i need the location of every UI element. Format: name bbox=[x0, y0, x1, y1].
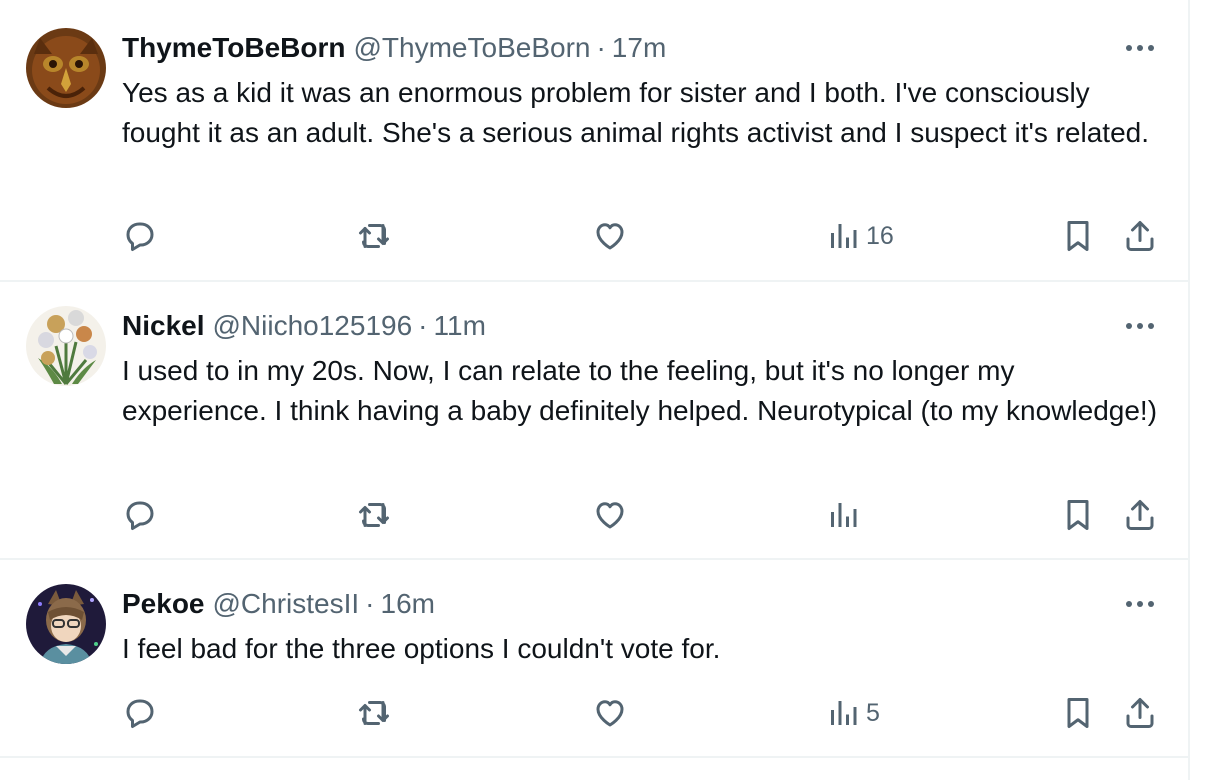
retweet-button[interactable] bbox=[356, 216, 392, 256]
tweet-text: Yes as a kid it was an enormous problem … bbox=[122, 77, 1150, 148]
views-icon bbox=[831, 503, 857, 527]
views-count: 5 bbox=[866, 698, 880, 727]
tweet-header: ThymeToBeBorn @ThymeToBeBorn · 17m bbox=[122, 30, 666, 66]
share-icon bbox=[1126, 500, 1154, 530]
avatar[interactable] bbox=[26, 306, 106, 386]
more-options-button[interactable] bbox=[1122, 30, 1158, 66]
timestamp[interactable]: 16m bbox=[381, 586, 435, 622]
tweet-item[interactable]: ThymeToBeBorn @ThymeToBeBorn · 17m Yes a… bbox=[0, 0, 1190, 282]
timestamp[interactable]: 11m bbox=[434, 308, 486, 344]
bookmark-button[interactable] bbox=[1060, 693, 1096, 733]
user-handle[interactable]: @Niicho125196 bbox=[213, 308, 413, 344]
more-icon bbox=[1126, 45, 1154, 51]
bookmark-button[interactable] bbox=[1060, 216, 1096, 256]
bookmark-icon bbox=[1067, 500, 1089, 530]
tweet-text: I used to in my 20s. Now, I can relate t… bbox=[122, 355, 1158, 426]
more-options-button[interactable] bbox=[1122, 586, 1158, 622]
user-handle[interactable]: @ThymeToBeBorn bbox=[354, 30, 591, 66]
display-name[interactable]: ThymeToBeBorn bbox=[122, 30, 346, 66]
anime-avatar-image bbox=[26, 584, 106, 664]
views-button[interactable] bbox=[828, 495, 866, 535]
views-icon bbox=[831, 701, 857, 725]
like-button[interactable] bbox=[592, 693, 628, 733]
retweet-icon bbox=[359, 701, 389, 725]
share-button[interactable] bbox=[1122, 693, 1158, 733]
more-icon bbox=[1126, 323, 1154, 329]
bookmark-icon bbox=[1067, 698, 1089, 728]
share-button[interactable] bbox=[1122, 216, 1158, 256]
reply-button[interactable] bbox=[122, 495, 158, 535]
more-options-button[interactable] bbox=[1122, 308, 1158, 344]
display-name[interactable]: Pekoe bbox=[122, 586, 205, 622]
like-button[interactable] bbox=[592, 216, 628, 256]
views-button[interactable]: 16 bbox=[828, 216, 894, 256]
bookmark-icon bbox=[1067, 221, 1089, 251]
tweet-header: Nickel @Niicho125196 · 11m bbox=[122, 308, 486, 344]
display-name[interactable]: Nickel bbox=[122, 308, 205, 344]
tweet-item[interactable]: Nickel @Niicho125196 · 11m I used to in … bbox=[0, 282, 1190, 560]
retweet-icon bbox=[359, 224, 389, 248]
separator-dot: · bbox=[596, 32, 606, 63]
views-icon bbox=[831, 224, 857, 248]
more-icon bbox=[1126, 601, 1154, 607]
share-button[interactable] bbox=[1122, 495, 1158, 535]
user-handle[interactable]: @ChristesII bbox=[213, 586, 360, 622]
retweet-button[interactable] bbox=[356, 693, 392, 733]
views-button[interactable]: 5 bbox=[828, 693, 880, 733]
like-icon bbox=[596, 700, 624, 727]
retweet-button[interactable] bbox=[356, 495, 392, 535]
owl-avatar-image bbox=[26, 28, 106, 108]
reply-button[interactable] bbox=[122, 216, 158, 256]
tweet-text: I feel bad for the three options I could… bbox=[122, 633, 721, 664]
like-icon bbox=[596, 502, 624, 529]
reply-icon bbox=[126, 501, 154, 530]
separator-dot: · bbox=[418, 310, 428, 341]
bookmark-button[interactable] bbox=[1060, 495, 1096, 535]
retweet-icon bbox=[359, 503, 389, 527]
reply-icon bbox=[126, 699, 154, 728]
timestamp[interactable]: 17m bbox=[612, 30, 666, 66]
share-icon bbox=[1126, 221, 1154, 251]
flower-avatar-image bbox=[26, 306, 106, 386]
reply-feed: ThymeToBeBorn @ThymeToBeBorn · 17m Yes a… bbox=[0, 0, 1190, 780]
avatar[interactable] bbox=[26, 28, 106, 108]
avatar[interactable] bbox=[26, 584, 106, 664]
reply-button[interactable] bbox=[122, 693, 158, 733]
like-button[interactable] bbox=[592, 495, 628, 535]
share-icon bbox=[1126, 698, 1154, 728]
tweet-item[interactable]: Pekoe @ChristesII · 16m I feel bad for t… bbox=[0, 560, 1190, 758]
separator-dot: · bbox=[365, 588, 375, 619]
like-icon bbox=[596, 223, 624, 250]
tweet-header: Pekoe @ChristesII · 16m bbox=[122, 586, 435, 622]
views-count: 16 bbox=[866, 221, 894, 250]
reply-icon bbox=[126, 222, 154, 251]
